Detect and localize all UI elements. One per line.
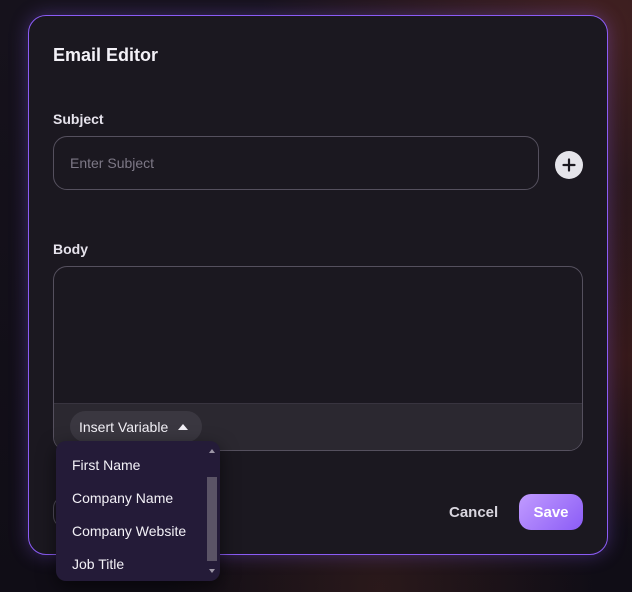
variable-item-company-website[interactable]: Company Website xyxy=(56,515,204,548)
variable-list: First Name Company Name Company Website … xyxy=(56,449,204,581)
dialog-title: Email Editor xyxy=(53,45,159,65)
subject-input[interactable] xyxy=(53,136,539,190)
subject-label: Subject xyxy=(53,111,104,127)
scroll-thumb[interactable] xyxy=(207,477,217,561)
insert-variable-button[interactable]: Insert Variable xyxy=(70,411,203,442)
variable-item-company-name[interactable]: Company Name xyxy=(56,482,204,515)
insert-variable-label: Insert Variable xyxy=(79,418,169,435)
save-button[interactable]: Save xyxy=(519,494,583,530)
cancel-button[interactable]: Cancel xyxy=(439,494,508,530)
body-editor: Insert Variable xyxy=(53,266,583,451)
body-label: Body xyxy=(53,241,88,257)
variable-item-first-name[interactable]: First Name xyxy=(56,449,204,482)
scroll-down-icon[interactable] xyxy=(209,569,215,573)
variable-item-job-title[interactable]: Job Title xyxy=(56,548,204,581)
dropdown-scrollbar[interactable] xyxy=(206,447,218,575)
add-subject-button[interactable] xyxy=(555,151,583,179)
insert-variable-dropdown: First Name Company Name Company Website … xyxy=(56,441,220,581)
body-textarea[interactable] xyxy=(54,267,582,404)
plus-circle-icon xyxy=(562,158,576,172)
scroll-up-icon[interactable] xyxy=(209,449,215,453)
caret-up-icon xyxy=(178,423,189,430)
